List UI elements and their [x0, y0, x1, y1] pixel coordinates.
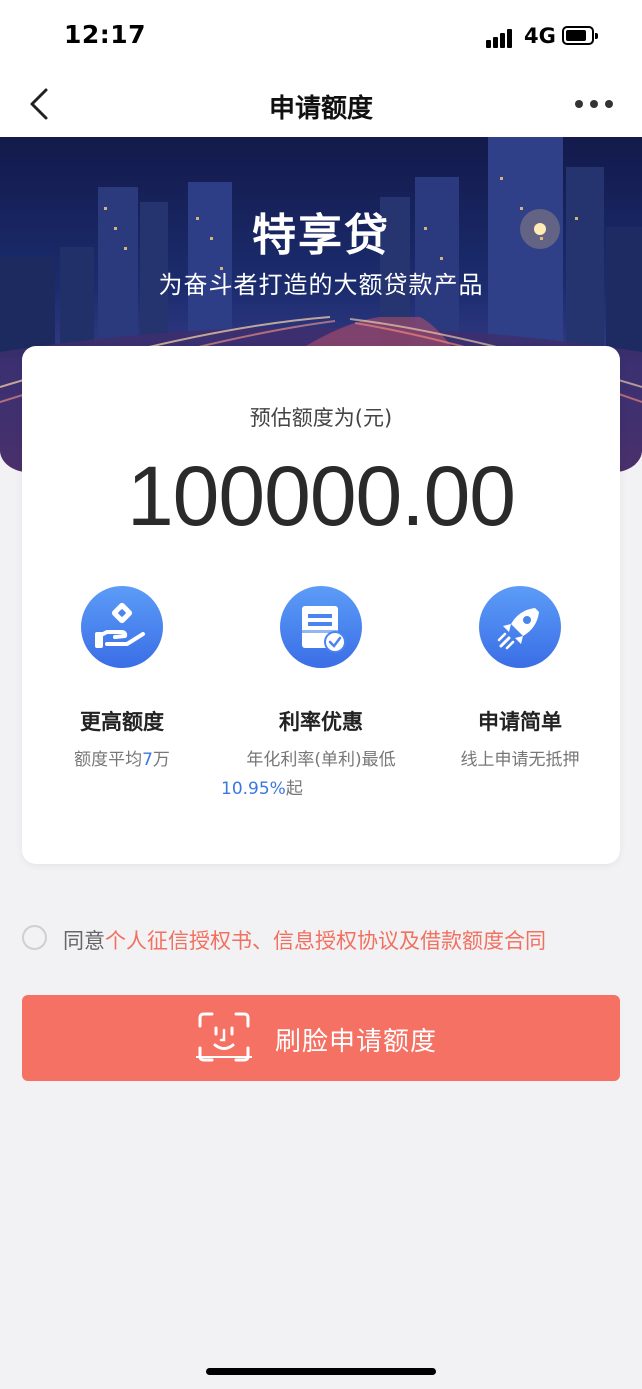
- agreement-checkbox[interactable]: [22, 925, 47, 950]
- feature-desc: 额度平均7万: [74, 750, 170, 770]
- home-indicator[interactable]: [206, 1368, 436, 1375]
- agreement-link[interactable]: 个人征信授权书、信息授权协议及借款额度合同: [105, 929, 546, 953]
- quota-card: 预估额度为(元) 100000.00 更高额度 额度平均7万 利率优惠 年化利率…: [22, 346, 620, 864]
- feature-title: 申请简单: [478, 710, 562, 734]
- face-apply-button[interactable]: 刷脸申请额度: [22, 995, 620, 1081]
- feature-rate-discount: 利率优惠 年化利率(单利)最低 10.95%起: [221, 586, 421, 804]
- feature-title: 更高额度: [80, 710, 164, 734]
- status-time: 12:17: [64, 20, 147, 49]
- feature-desc: 年化利率(单利)最低 10.95%起: [221, 750, 396, 799]
- status-bar: 12:17 4G: [0, 0, 642, 72]
- estimated-quota-value: 100000.00: [126, 449, 516, 543]
- rocket-icon: [479, 586, 561, 668]
- agreement-row: 同意个人征信授权书、信息授权协议及借款额度合同: [22, 925, 622, 953]
- estimated-quota-label: 预估额度为(元): [249, 406, 393, 430]
- nav-bar: 申请额度: [0, 72, 642, 137]
- hero-subtitle: 为奋斗者打造的大额贷款产品: [158, 271, 484, 299]
- document-check-icon: [280, 586, 362, 668]
- agreement-text: 同意个人征信授权书、信息授权协议及借款额度合同: [63, 929, 546, 953]
- feature-desc: 线上申请无抵押: [460, 750, 580, 770]
- network-type: 4G: [524, 24, 556, 48]
- feature-higher-quota: 更高额度 额度平均7万: [22, 586, 222, 775]
- hero-title: 特享贷: [252, 210, 390, 261]
- page-title: 申请额度: [268, 94, 373, 124]
- apply-button-label: 刷脸申请额度: [275, 1027, 438, 1057]
- battery-icon: [562, 26, 598, 45]
- more-icon[interactable]: [574, 98, 614, 110]
- feature-title: 利率优惠: [279, 710, 363, 734]
- feature-easy-apply: 申请简单 线上申请无抵押: [420, 586, 620, 775]
- face-scan-icon: [196, 1012, 252, 1062]
- signal-icon: [486, 28, 518, 48]
- hand-coin-icon: [81, 586, 163, 668]
